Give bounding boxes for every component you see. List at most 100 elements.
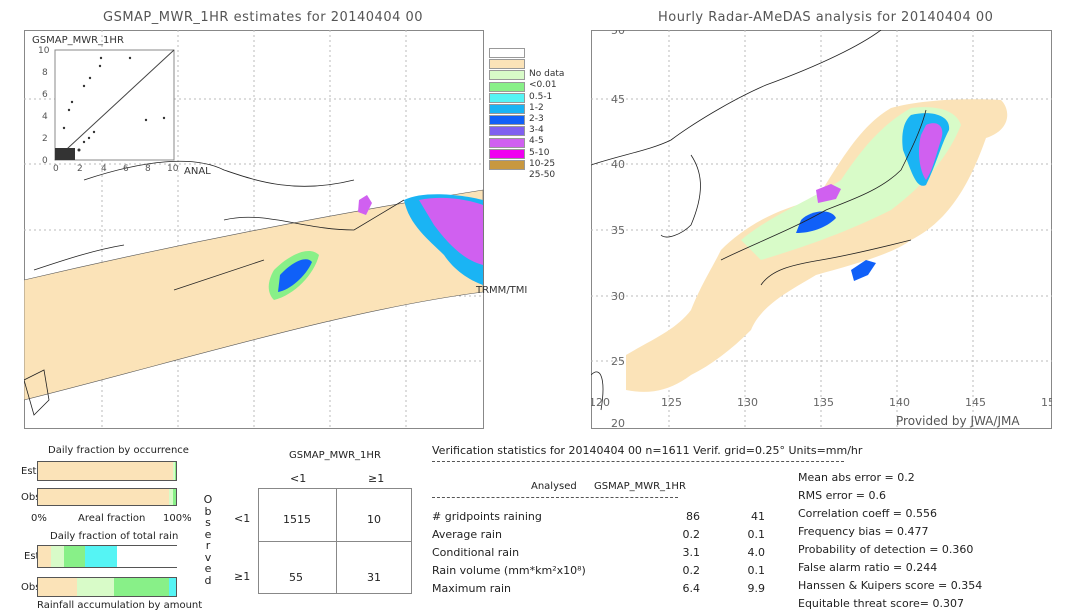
legend-label: <0.01 <box>529 80 557 91</box>
legend-swatch <box>489 70 525 81</box>
stats-label: Maximum rain <box>432 582 511 595</box>
legend-swatch <box>489 160 525 170</box>
right-map: 120 125 130 135 140 145 150 50 45 40 35 30 25 20 Pro… <box>591 30 1052 429</box>
legend-label: 25-50 <box>529 170 556 180</box>
legend-swatch <box>489 81 525 92</box>
stats-label: Conditional rain <box>432 546 520 559</box>
svg-text:8: 8 <box>42 68 48 78</box>
total-rain-est-bar <box>37 545 177 568</box>
legend-label: 1-2 <box>529 102 544 113</box>
verification-score: Correlation coeff = 0.556 <box>798 507 937 520</box>
contingency-header: GSMAP_MWR_1HR <box>289 450 381 461</box>
svg-text:0: 0 <box>42 156 48 166</box>
cell-obs-lt1-est-lt1: 1515 <box>283 513 311 526</box>
legend-swatch <box>489 115 525 126</box>
bar-segment <box>173 489 176 505</box>
inset-xlabel: ANAL <box>184 166 211 177</box>
contingency-col-lt1: <1 <box>290 472 307 485</box>
stats-analysed: 0.2 <box>682 528 701 541</box>
svg-text:120: 120 <box>591 396 610 409</box>
svg-text:0: 0 <box>53 164 59 174</box>
bar-segment <box>38 578 77 596</box>
bar-segment <box>38 462 173 480</box>
verification-score: Frequency bias = 0.477 <box>798 525 929 538</box>
contingency-col-ge1: ≥1 <box>368 472 385 485</box>
verification-score: Mean abs error = 0.2 <box>798 471 915 484</box>
svg-text:35: 35 <box>611 224 625 237</box>
stats-est: 9.9 <box>747 582 766 595</box>
legend-label: 3-4 <box>529 125 544 136</box>
stats-analysed: 0.2 <box>682 564 701 577</box>
svg-text:50: 50 <box>611 30 625 37</box>
svg-text:130: 130 <box>737 396 758 409</box>
legend-label: 4-5 <box>529 136 544 147</box>
stats-analysed: 3.1 <box>682 546 701 559</box>
stats-est: 4.0 <box>747 546 766 559</box>
svg-text:8: 8 <box>145 164 151 174</box>
observed-axis-label: Observed <box>203 493 213 587</box>
svg-text:4: 4 <box>101 164 107 174</box>
svg-text:140: 140 <box>889 396 910 409</box>
legend-swatch <box>489 92 525 103</box>
occurrence-obs-bar <box>37 488 177 506</box>
svg-text:30: 30 <box>611 290 625 303</box>
cell-obs-lt1-est-ge1: 10 <box>367 513 381 526</box>
legend-label: 2-3 <box>529 114 544 124</box>
svg-text:6: 6 <box>42 90 48 100</box>
stats-label: Rain volume (mm*km²x10⁸) <box>432 564 586 577</box>
contingency-table: 1515 10 55 31 <box>258 488 412 594</box>
verification-score: RMS error = 0.6 <box>798 489 886 502</box>
stats-col-est: GSMAP_MWR_1HR <box>594 481 686 492</box>
svg-text:25: 25 <box>611 355 625 368</box>
stats-title: Verification statistics for 20140404 00 … <box>432 444 863 457</box>
sensor-label: TRMM/TMI <box>476 285 528 296</box>
inset-title: GSMAP_MWR_1HR <box>32 35 124 46</box>
bar-segment <box>169 578 176 596</box>
bar-segment <box>38 546 51 567</box>
legend-swatch <box>489 104 525 114</box>
svg-text:2: 2 <box>77 164 83 174</box>
occurrence-est-bar <box>37 461 177 481</box>
stats-divider <box>432 497 678 498</box>
stats-est: 41 <box>751 510 765 523</box>
data-credit: Provided by JWA/JMA <box>896 414 1020 428</box>
svg-text:40: 40 <box>611 158 625 171</box>
occurrence-est-label: Est <box>21 466 37 477</box>
cell-obs-ge1-est-lt1: 55 <box>289 571 303 584</box>
occurrence-axis-right: 100% <box>163 513 192 524</box>
stats-est: 0.1 <box>747 564 766 577</box>
svg-text:4: 4 <box>42 112 48 122</box>
verification-score: Hanssen & Kuipers score = 0.354 <box>798 579 983 592</box>
svg-text:125: 125 <box>661 396 682 409</box>
bar-segment <box>174 462 176 480</box>
left-map: GSMAP_MWR_1HR ANAL 0 2 4 6 8 10 0 2 4 6 8 10 <box>24 30 484 429</box>
legend-swatch <box>489 137 525 148</box>
stats-label: Average rain <box>432 528 502 541</box>
total-rain-caption: Rainfall accumulation by amount <box>37 600 203 611</box>
svg-text:10: 10 <box>38 46 50 56</box>
stats-col-analysed: Analysed <box>531 481 577 492</box>
svg-text:150: 150 <box>1041 396 1052 409</box>
svg-text:2: 2 <box>42 134 48 144</box>
occurrence-axis-left: 0% <box>31 513 47 524</box>
legend-swatch <box>489 59 525 70</box>
left-map-title: GSMAP_MWR_1HR estimates for 20140404 00 <box>103 10 424 25</box>
svg-text:6: 6 <box>123 164 129 174</box>
stats-divider <box>432 461 844 462</box>
right-map-title: Hourly Radar-AMeDAS analysis for 2014040… <box>658 10 994 25</box>
lon-tick-labels: 120 125 130 135 140 145 150 <box>591 396 1052 409</box>
svg-text:45: 45 <box>611 93 625 106</box>
svg-text:145: 145 <box>965 396 986 409</box>
verification-score: False alarm ratio = 0.244 <box>798 561 938 574</box>
stats-analysed: 6.4 <box>682 582 701 595</box>
bar-segment <box>50 546 65 567</box>
occurrence-title: Daily fraction by occurrence <box>48 445 189 456</box>
contingency-row-ge1: ≥1 <box>234 570 251 583</box>
bar-segment <box>64 546 86 567</box>
total-rain-title: Daily fraction of total rain <box>50 531 179 542</box>
contingency-row-lt1: <1 <box>234 512 251 525</box>
legend-swatch <box>489 48 525 58</box>
verification-score: Equitable threat score= 0.307 <box>798 597 964 610</box>
verification-score: Probability of detection = 0.360 <box>798 543 974 556</box>
bar-segment <box>38 489 170 505</box>
